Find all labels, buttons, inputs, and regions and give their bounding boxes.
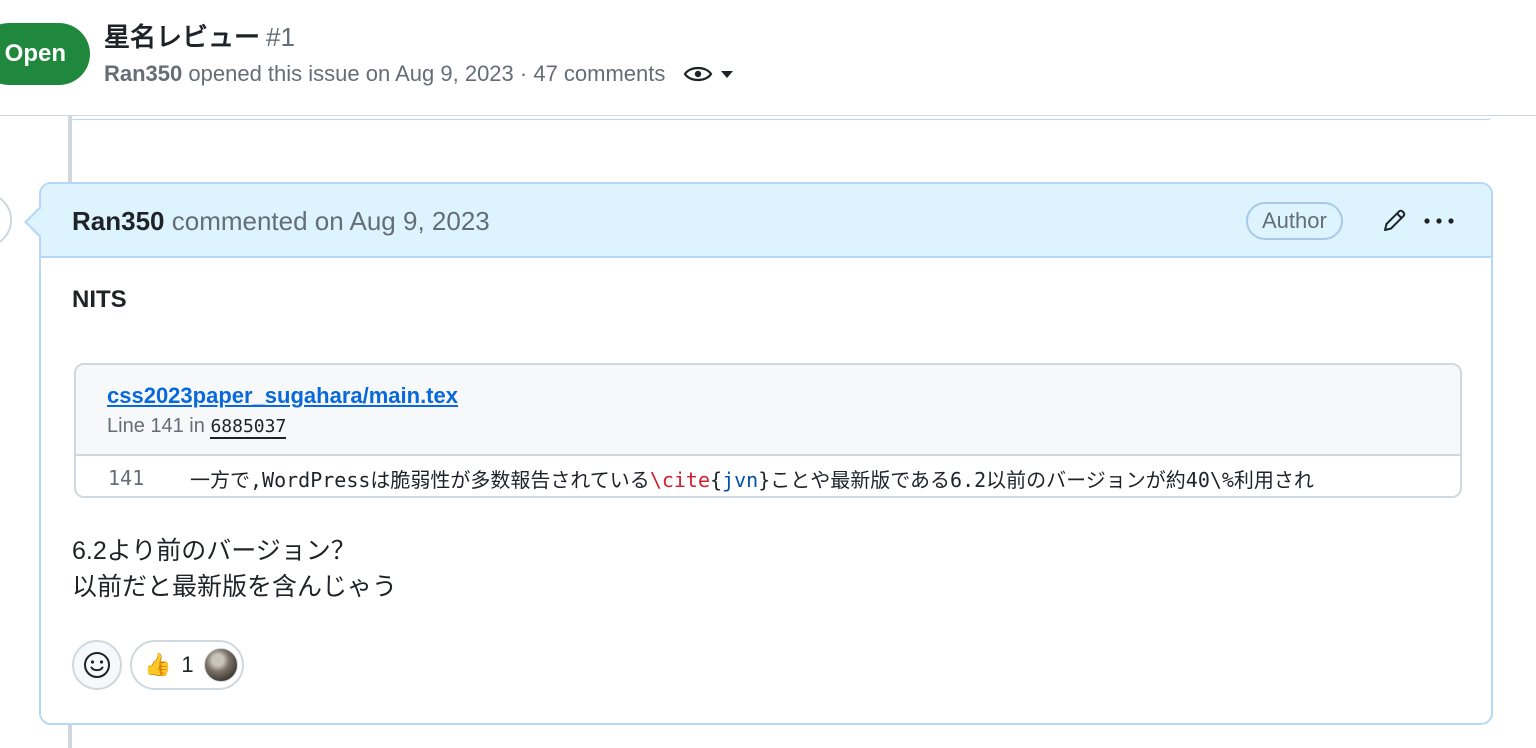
code-content: 一方で,WordPressは脆弱性が多数報告されている\cite{jvn}ことや…: [190, 464, 1314, 493]
embed-file-link[interactable]: css2023paper_sugahara/main.tex: [107, 381, 458, 411]
sticky-issue-header: Open 星名レビュー #1 Ran350 opened this issue o…: [0, 0, 1536, 116]
issue-title-text: 星名レビュー: [104, 22, 261, 52]
more-options-button[interactable]: [1419, 204, 1459, 238]
triangle-down-icon: [721, 71, 734, 78]
author-badge: Author: [1246, 202, 1343, 240]
comment-body: NITS: [72, 284, 1462, 316]
issue-title: 星名レビュー #1: [104, 20, 295, 54]
thumbs-up-reaction[interactable]: 👍 1: [130, 640, 244, 690]
reactions-bar: 👍 1: [72, 640, 244, 690]
issue-meta-text: opened this issue on Aug 9, 2023 · 47 co…: [188, 61, 666, 86]
code-command-token: \cite: [649, 467, 711, 492]
issue-meta: Ran350 opened this issue on Aug 9, 2023 …: [104, 59, 735, 89]
smiley-icon: [84, 652, 110, 678]
comment-author-line: Ran350 commented on Aug 9, 2023: [72, 204, 490, 238]
commit-sha-link[interactable]: 6885037: [210, 416, 287, 439]
embed-header: css2023paper_sugahara/main.tex Line 141 …: [76, 365, 1460, 456]
pencil-icon: [1384, 209, 1406, 231]
code-text-before: 一方で,WordPressは脆弱性が多数報告されている: [190, 467, 650, 492]
edit-button[interactable]: [1377, 204, 1411, 238]
issue-state-badge: Open: [0, 23, 90, 85]
comment-pointer-fill: [27, 208, 41, 236]
code-brace-open: {: [710, 467, 723, 492]
issue-number: #1: [266, 22, 295, 52]
comment-header: Ran350 commented on Aug 9, 2023 Author: [41, 184, 1491, 258]
add-reaction-button[interactable]: [72, 640, 122, 690]
thumbs-up-icon: 👍: [144, 652, 172, 677]
embed-line-prefix: Line 141 in: [107, 415, 205, 437]
line-number[interactable]: 141: [76, 466, 190, 490]
kebab-horizontal-icon: [1424, 218, 1454, 224]
code-permalink-embed: css2023paper_sugahara/main.tex Line 141 …: [74, 363, 1462, 498]
code-argument-token: jvn: [722, 467, 759, 492]
comment-timestamp[interactable]: commented on Aug 9, 2023: [172, 206, 490, 236]
comment-card: Ran350 commented on Aug 9, 2023 Author N…: [39, 182, 1493, 725]
eye-icon: [684, 66, 713, 82]
comment-heading: NITS: [72, 286, 127, 313]
reactor-avatar: [203, 648, 238, 682]
code-brace-close: }: [758, 467, 771, 492]
comment-text-line-2: 以前だと最新版を含んじゃう: [72, 573, 398, 601]
code-text-after: ことや最新版である6.2以前のバージョンが約40\%利用され: [770, 467, 1314, 492]
comment-text: 6.2より前のバージョン？ 以前だと最新版を含んじゃう: [72, 533, 397, 605]
watch-button[interactable]: [683, 63, 735, 85]
embed-line-info: Line 141 in 6885037: [107, 412, 287, 441]
previous-item-edge: [70, 116, 1492, 120]
comment-text-line-1: 6.2より前のバージョン？: [72, 537, 356, 565]
avatar[interactable]: [0, 192, 12, 248]
issue-author-link[interactable]: Ran350: [104, 59, 182, 89]
issue-state-label: Open: [4, 40, 66, 67]
comment-author-link[interactable]: Ran350: [72, 206, 165, 236]
code-line: 141 一方で,WordPressは脆弱性が多数報告されている\cite{jvn…: [76, 458, 1460, 496]
reaction-count: 1: [181, 652, 194, 677]
